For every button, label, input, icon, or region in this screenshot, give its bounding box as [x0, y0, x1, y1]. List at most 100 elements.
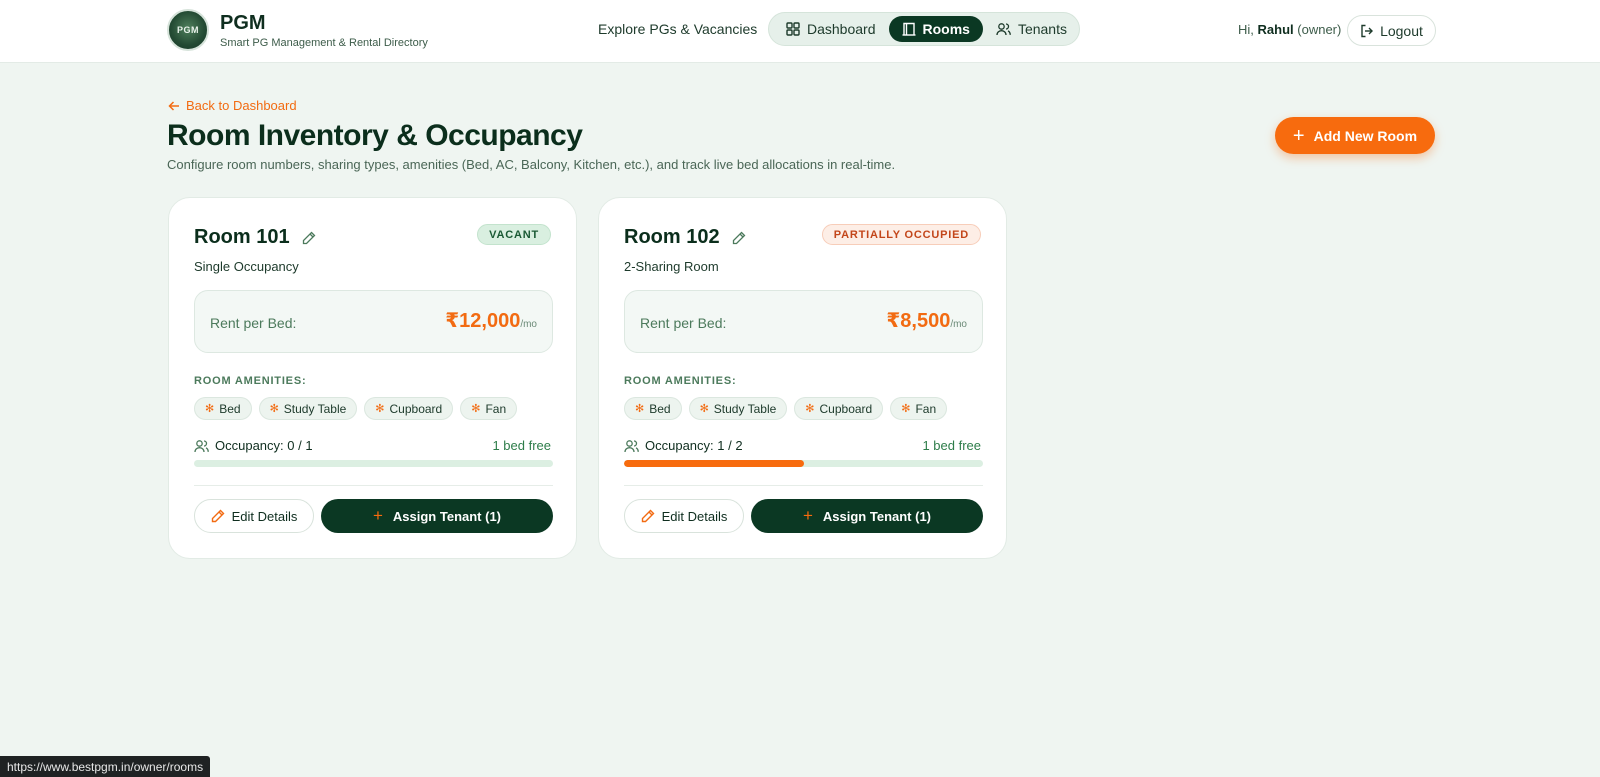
room-name: Room 101 [194, 226, 290, 248]
rent-amount: ₹8,500/mo [886, 308, 967, 333]
amenity-chip: ✻ Cupboard [364, 397, 454, 420]
brand-subtitle: Smart PG Management & Rental Directory [220, 36, 428, 49]
rent-box: Rent per Bed: ₹12,000/mo [194, 290, 553, 353]
edit-details-label: Edit Details [661, 508, 728, 524]
brand-name: PGM [220, 11, 266, 34]
back-label: Back to Dashboard [186, 98, 297, 113]
occupancy-bar [624, 460, 983, 467]
room-card: Room 102 PARTIALLY OCCUPIED 2-Sharing Ro… [598, 197, 1007, 559]
amenity-chip: ✻ Study Table [688, 397, 788, 420]
divider [194, 485, 553, 486]
amenity-chip: ✻ Bed [194, 397, 252, 420]
amenities-list: ✻ Bed ✻ Study Table ✻ Cupboard ✻ Fan [624, 397, 954, 420]
room-name-row: Room 101 [194, 226, 316, 249]
amenity-chip: ✻ Bed [624, 397, 682, 420]
explore-link[interactable]: Explore PGs & Vacancies [598, 21, 757, 37]
user-name: Rahul [1257, 22, 1294, 37]
sparkle-icon: ✻ [269, 403, 279, 415]
room-name: Room 102 [624, 226, 720, 248]
page-title: Room Inventory & Occupancy [167, 119, 583, 152]
status-badge: VACANT [477, 224, 551, 245]
beds-free: 1 bed free [492, 438, 551, 453]
status-url: https://www.bestpgm.in/owner/rooms [7, 759, 204, 774]
assign-tenant-button[interactable]: + Assign Tenant (1) [321, 499, 553, 533]
users-icon [194, 439, 209, 452]
add-new-room-label: Add New Room [1313, 127, 1418, 144]
top-navbar: PGM PGM Smart PG Management & Rental Dir… [0, 0, 1600, 63]
sparkle-icon: ✻ [205, 403, 215, 415]
door-icon [902, 22, 915, 36]
users-icon [624, 439, 639, 452]
user-role: (owner) [1297, 22, 1342, 37]
divider [624, 485, 983, 486]
main-nav: Dashboard Rooms Tenants [768, 12, 1080, 46]
occupancy-label: Occupancy: 1 / 2 [624, 438, 743, 453]
occupancy-label: Occupancy: 0 / 1 [194, 438, 313, 453]
browser-status-bar: https://www.bestpgm.in/owner/rooms [0, 756, 211, 777]
edit-details-label: Edit Details [231, 508, 298, 524]
amenity-chip: ✻ Fan [460, 397, 518, 420]
logout-icon [1361, 24, 1374, 37]
status-badge: PARTIALLY OCCUPIED [821, 224, 981, 245]
tab-rooms[interactable]: Rooms [888, 16, 983, 42]
tab-dashboard-label: Dashboard [807, 21, 876, 37]
rent-value: ₹8,500 [886, 310, 951, 332]
amenities-title: ROOM AMENITIES: [194, 375, 307, 387]
amenity-label: Study Table [283, 401, 347, 416]
sparkle-icon: ✻ [805, 403, 815, 415]
assign-tenant-label: Assign Tenant (1) [822, 508, 932, 524]
plus-icon: + [802, 506, 813, 525]
page-subtitle: Configure room numbers, sharing types, a… [167, 157, 896, 172]
occupancy-text: Occupancy: 0 / 1 [215, 438, 313, 453]
edit-details-button[interactable]: Edit Details [624, 499, 744, 533]
rent-unit: /mo [520, 319, 537, 330]
tab-tenants[interactable]: Tenants [983, 16, 1080, 42]
rent-amount: ₹12,000/mo [445, 308, 537, 333]
occupancy-bar [194, 460, 553, 467]
brand[interactable]: PGM PGM Smart PG Management & Rental Dir… [167, 9, 428, 51]
logout-label: Logout [1380, 22, 1423, 39]
pencil-icon[interactable] [302, 231, 316, 245]
tab-tenants-label: Tenants [1017, 21, 1067, 37]
grid-icon [786, 22, 800, 36]
logo-text: PGM [176, 25, 199, 35]
tab-dashboard[interactable]: Dashboard [773, 16, 889, 42]
pencil-icon[interactable] [732, 231, 746, 245]
plus-icon: + [1292, 124, 1305, 147]
assign-tenant-label: Assign Tenant (1) [392, 508, 502, 524]
assign-tenant-button[interactable]: + Assign Tenant (1) [751, 499, 983, 533]
sparkle-icon: ✻ [471, 403, 481, 415]
edit-details-button[interactable]: Edit Details [194, 499, 314, 533]
users-icon [996, 23, 1011, 36]
amenity-label: Bed [219, 401, 241, 416]
room-card: Room 101 VACANT Single Occupancy Rent pe… [168, 197, 577, 559]
tab-rooms-label: Rooms [922, 21, 970, 37]
amenity-label: Bed [649, 401, 671, 416]
amenity-label: Fan [485, 401, 507, 416]
sparkle-icon: ✻ [375, 403, 385, 415]
logout-button[interactable]: Logout [1347, 15, 1436, 46]
logo: PGM [167, 9, 209, 51]
room-type: 2-Sharing Room [624, 259, 719, 274]
back-to-dashboard-link[interactable]: Back to Dashboard [168, 98, 297, 113]
sparkle-icon: ✻ [901, 403, 911, 415]
arrow-left-icon [168, 100, 179, 111]
rent-label: Rent per Bed: [640, 315, 727, 331]
amenity-chip: ✻ Study Table [258, 397, 358, 420]
rent-value: ₹12,000 [445, 310, 521, 332]
amenity-chip: ✻ Fan [890, 397, 948, 420]
greeting-text: Hi, [1238, 22, 1254, 37]
amenity-label: Study Table [713, 401, 777, 416]
occupancy-bar-fill [624, 460, 804, 467]
rent-box: Rent per Bed: ₹8,500/mo [624, 290, 983, 353]
room-type: Single Occupancy [194, 259, 299, 274]
amenity-label: Fan [915, 401, 937, 416]
occupancy-text: Occupancy: 1 / 2 [645, 438, 743, 453]
plus-icon: + [372, 506, 383, 525]
beds-free: 1 bed free [922, 438, 981, 453]
sparkle-icon: ✻ [699, 403, 709, 415]
amenity-chip: ✻ Cupboard [794, 397, 884, 420]
rent-unit: /mo [950, 319, 967, 330]
pencil-icon [641, 509, 655, 523]
add-new-room-button[interactable]: + Add New Room [1275, 117, 1435, 154]
